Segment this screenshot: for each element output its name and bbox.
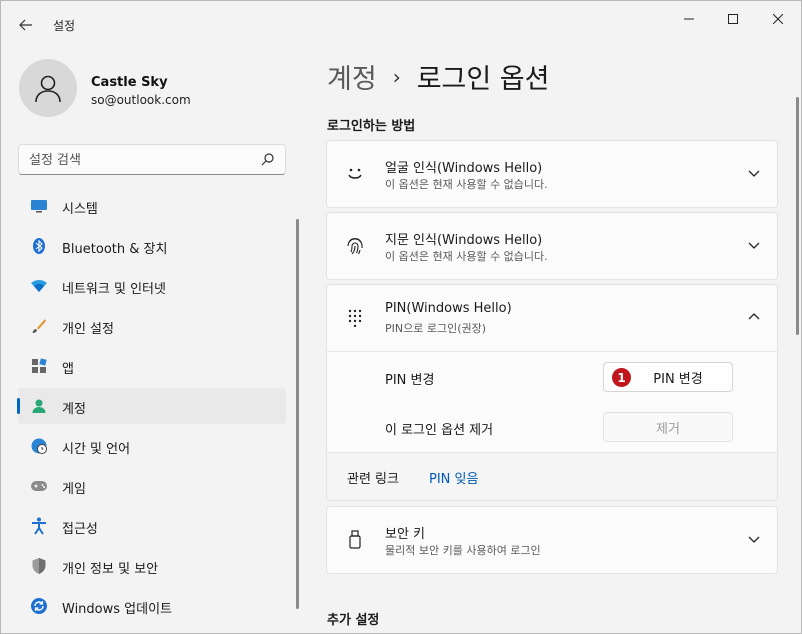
active-indicator [17,398,20,414]
sidebar-item-label: 접근성 [62,522,98,537]
sidebar-item-label: 시간 및 언어 [62,442,131,457]
forgot-pin-link[interactable]: PIN 잊음 [429,468,478,487]
smile-icon [345,164,365,184]
pin-remove-row: 이 로그인 옵션 제거 제거 [327,402,777,452]
breadcrumb-parent[interactable]: 계정 [327,57,377,96]
card-title: PIN(Windows Hello) [385,301,512,316]
sidebar-item-label: 게임 [62,482,86,497]
sidebar-item-system[interactable]: 시스템 [18,188,286,224]
avatar[interactable] [19,59,77,117]
sidebar-item-network[interactable]: 네트워크 및 인터넷 [18,268,286,304]
sidebar-item-label: 개인 설정 [62,322,114,337]
app-title: 설정 [53,19,76,33]
sidebar-item-time-language[interactable]: 시간 및 언어 [18,428,286,464]
user-name: Castle Sky [91,75,168,90]
pin-change-label: PIN 변경 [385,373,435,388]
bluetooth-icon [30,237,48,255]
fingerprint-icon [345,236,365,256]
card-title: 보안 키 [385,527,426,542]
change-pin-button[interactable]: 1 PIN 변경 [603,362,733,392]
user-icon [35,75,61,103]
sidebar-item-label: Bluetooth & 장치 [62,242,168,257]
pin-remove-label: 이 로그인 옵션 제거 [385,423,494,438]
globe-clock-icon [30,437,48,455]
accessibility-icon [30,517,48,535]
related-links-label: 관련 링크 [347,472,399,487]
page-title: 로그인 옵션 [416,64,550,95]
step-badge: 1 [612,368,631,387]
breadcrumb-separator: › [392,64,401,89]
card-header[interactable]: 지문 인식(Windows Hello) 이 옵션은 현재 사용할 수 없습니다… [327,213,777,279]
apps-icon [30,357,48,375]
sidebar-item-bluetooth[interactable]: Bluetooth & 장치 [18,228,286,264]
sidebar-item-label: 계정 [62,402,86,417]
wifi-icon [30,277,48,295]
card-subtitle: 이 옵션은 현재 사용할 수 없습니다. [385,178,548,191]
settings-window: 설정 Castle Sky so@outlook.com 설정 검색 시스템 B… [0,0,802,634]
search-icon[interactable] [261,152,275,166]
back-button[interactable] [13,13,39,37]
sidebar-item-privacy[interactable]: 개인 정보 및 보안 [18,548,286,584]
section-title-additional: 추가 설정 [327,613,380,628]
user-email: so@outlook.com [91,93,191,107]
shield-icon [30,557,48,575]
maximize-icon [728,14,738,24]
sidebar-item-label: 시스템 [62,202,98,217]
chevron-up-icon[interactable] [747,310,761,324]
sidebar-item-label: 개인 정보 및 보안 [62,562,159,577]
search-input[interactable] [29,150,249,170]
update-icon [30,597,48,615]
account-icon [30,397,48,415]
sidebar-item-accounts[interactable]: 계정 [17,388,286,424]
keypad-icon [345,308,365,328]
card-title: 지문 인식(Windows Hello) [385,233,543,248]
remove-pin-button[interactable]: 제거 [603,412,733,442]
pin-settings: PIN 변경 1 PIN 변경 이 로그인 옵션 제거 제거 관련 링크 PIN… [327,351,777,500]
brush-icon [30,317,48,335]
back-arrow-icon [19,19,32,31]
card-fingerprint[interactable]: 지문 인식(Windows Hello) 이 옵션은 현재 사용할 수 없습니다… [326,212,778,280]
card-subtitle: PIN으로 로그인(권장) [385,322,487,335]
chevron-down-icon[interactable] [747,238,761,252]
sidebar-item-label: Windows 업데이트 [62,602,173,617]
close-button[interactable] [758,9,798,29]
system-icon [30,197,48,215]
sidebar-nav: 시스템 Bluetooth & 장치 네트워크 및 인터넷 개인 설정 앱 계정… [17,188,286,628]
card-header[interactable]: 보안 키 물리적 보안 키를 사용하여 로그인 [327,507,777,573]
card-title: 얼굴 인식(Windows Hello) [385,161,543,176]
maximize-button[interactable] [713,9,753,29]
card-header[interactable]: 얼굴 인식(Windows Hello) 이 옵션은 현재 사용할 수 없습니다… [327,141,777,207]
sidebar-item-gaming[interactable]: 게임 [18,468,286,504]
chevron-down-icon[interactable] [747,532,761,546]
search-box[interactable] [18,144,286,175]
usb-key-icon [345,530,365,550]
card-security-key[interactable]: 보안 키 물리적 보안 키를 사용하여 로그인 [326,506,778,574]
sidebar-scrollbar[interactable] [296,219,299,609]
related-links: 관련 링크 PIN 잊음 [327,452,777,500]
content-scrollbar[interactable] [796,97,799,335]
sidebar-item-label: 네트워크 및 인터넷 [62,282,166,297]
sidebar-item-apps[interactable]: 앱 [18,348,286,384]
card-pin: PIN(Windows Hello) PIN으로 로그인(권장) PIN 변경 … [326,284,778,501]
minimize-button[interactable] [669,9,709,29]
minimize-icon [684,18,694,20]
pin-change-row: PIN 변경 1 PIN 변경 [327,352,777,402]
section-title-sign-in-ways: 로그인하는 방법 [327,119,416,134]
chevron-down-icon[interactable] [747,166,761,180]
sidebar-item-label: 앱 [62,362,74,377]
card-face-recognition[interactable]: 얼굴 인식(Windows Hello) 이 옵션은 현재 사용할 수 없습니다… [326,140,778,208]
title-bar: 설정 [1,1,801,47]
gamepad-icon [30,477,48,495]
sidebar-item-windows-update[interactable]: Windows 업데이트 [18,588,286,624]
card-subtitle: 이 옵션은 현재 사용할 수 없습니다. [385,250,548,263]
sidebar-item-personalization[interactable]: 개인 설정 [18,308,286,344]
sidebar-item-accessibility[interactable]: 접근성 [18,508,286,544]
card-subtitle: 물리적 보안 키를 사용하여 로그인 [385,544,541,557]
close-icon [773,14,783,24]
card-header[interactable]: PIN(Windows Hello) PIN으로 로그인(권장) [327,285,777,351]
breadcrumb: 계정 › 로그인 옵션 [327,57,549,96]
change-pin-button-label: PIN 변경 [653,371,703,387]
